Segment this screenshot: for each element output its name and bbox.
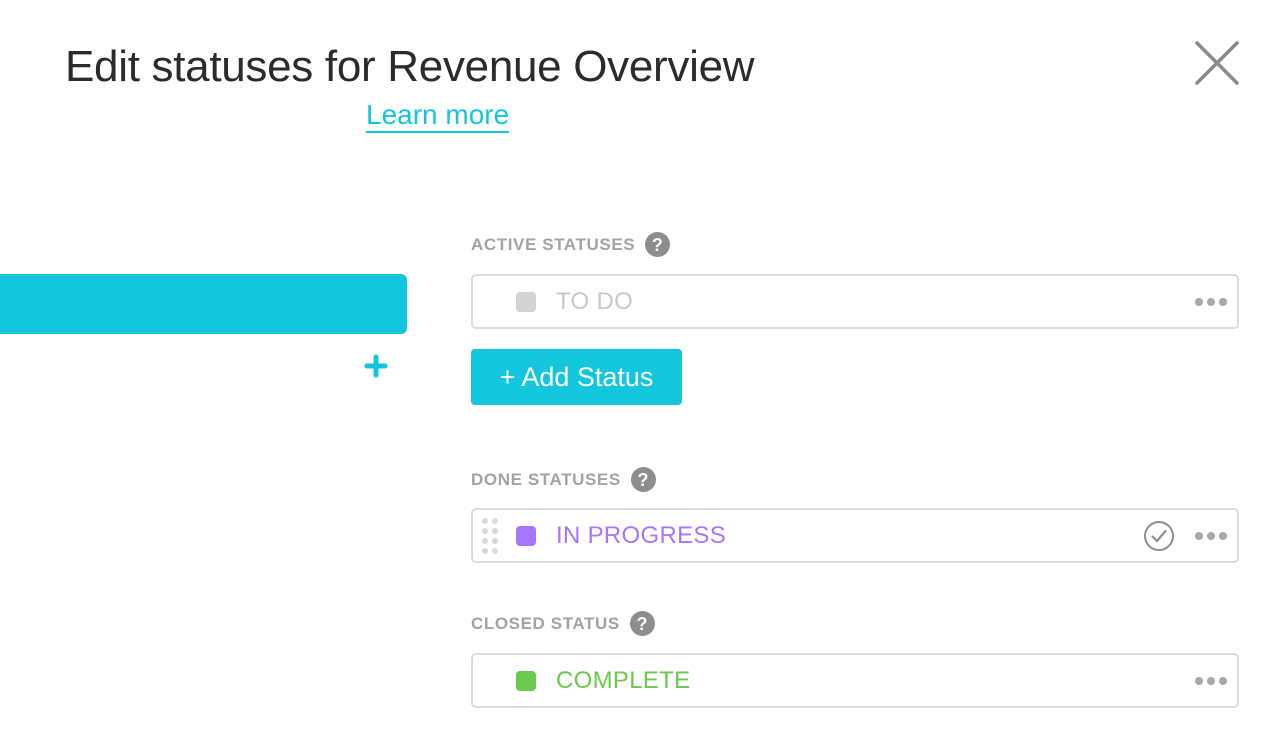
- status-color-swatch[interactable]: [516, 670, 536, 691]
- more-options-icon[interactable]: [1195, 526, 1227, 546]
- status-row-todo[interactable]: TO DO: [471, 274, 1239, 329]
- plus-icon: [364, 354, 388, 378]
- close-button[interactable]: [1194, 40, 1240, 86]
- status-row-in-progress[interactable]: IN PROGRESS: [471, 508, 1239, 563]
- selected-template-bar[interactable]: [0, 274, 407, 334]
- add-template-button[interactable]: [364, 354, 388, 378]
- status-color-swatch[interactable]: [516, 525, 536, 546]
- edit-statuses-modal: Edit statuses for Revenue Overview Learn…: [0, 0, 1274, 752]
- help-icon[interactable]: ?: [629, 611, 655, 636]
- closed-status-label: CLOSED STATUS ?: [471, 611, 655, 636]
- status-row-complete[interactable]: COMPLETE: [471, 653, 1239, 708]
- status-name[interactable]: IN PROGRESS: [556, 522, 726, 550]
- drag-handle-icon[interactable]: [482, 518, 498, 556]
- status-color-swatch[interactable]: [516, 291, 536, 312]
- status-name[interactable]: TO DO: [556, 288, 633, 316]
- done-statuses-title: DONE STATUSES: [471, 469, 621, 489]
- closed-status-title: CLOSED STATUS: [471, 613, 620, 633]
- help-icon[interactable]: ?: [630, 467, 656, 492]
- active-statuses-title: ACTIVE STATUSES: [471, 234, 636, 254]
- done-statuses-label: DONE STATUSES ?: [471, 467, 656, 492]
- status-name[interactable]: COMPLETE: [556, 667, 690, 695]
- help-icon[interactable]: ?: [645, 232, 671, 257]
- active-statuses-label: ACTIVE STATUSES ?: [471, 232, 671, 257]
- add-status-button[interactable]: + Add Status: [471, 349, 682, 405]
- check-circle-icon[interactable]: [1143, 520, 1175, 552]
- page-title: Edit statuses for Revenue Overview: [65, 42, 755, 91]
- more-options-icon[interactable]: [1195, 671, 1227, 691]
- more-options-icon[interactable]: [1195, 292, 1227, 312]
- close-icon: [1195, 41, 1239, 85]
- learn-more-link[interactable]: Learn more: [366, 100, 510, 133]
